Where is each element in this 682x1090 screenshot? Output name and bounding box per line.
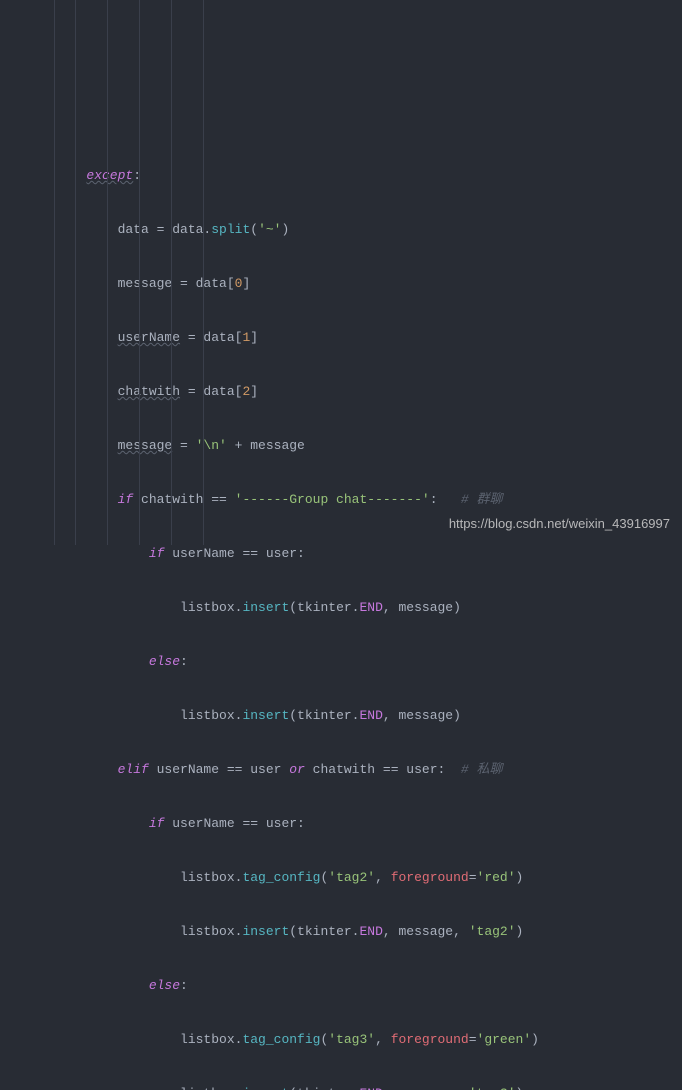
comment: # 私聊 (445, 762, 502, 777)
code-editor: except: data = data.split('~') message =… (0, 0, 682, 545)
editor-gutter (0, 0, 55, 545)
code-line: listbox.insert(tkinter.END, message) (63, 702, 682, 729)
code-line: listbox.insert(tkinter.END, message, 'ta… (63, 1080, 682, 1090)
code-line: listbox.tag_config('tag2', foreground='r… (63, 864, 682, 891)
code-line: elif userName == user or chatwith == use… (63, 756, 682, 783)
code-line: data = data.split('~') (63, 216, 682, 243)
comment: # 群聊 (438, 492, 503, 507)
keyword-if: if (118, 492, 134, 507)
keyword-elif: elif (118, 762, 149, 777)
keyword-if: if (149, 546, 165, 561)
keyword-except: except (86, 168, 133, 183)
code-line: chatwith = data[2] (63, 378, 682, 405)
keyword-or: or (289, 762, 305, 777)
code-line: if userName == user: (63, 540, 682, 567)
code-line: userName = data[1] (63, 324, 682, 351)
code-line: if userName == user: (63, 810, 682, 837)
code-line: else: (63, 648, 682, 675)
code-area[interactable]: except: data = data.split('~') message =… (55, 0, 682, 545)
watermark-text: https://blog.csdn.net/weixin_43916997 (449, 510, 670, 537)
code-line: message = '\n' + message (63, 432, 682, 459)
code-line: listbox.tag_config('tag3', foreground='g… (63, 1026, 682, 1053)
code-line: except: (63, 162, 682, 189)
keyword-else: else (149, 654, 180, 669)
code-line: message = data[0] (63, 270, 682, 297)
code-line: else: (63, 972, 682, 999)
keyword-if: if (149, 816, 165, 831)
code-line: if chatwith == '------Group chat-------'… (63, 486, 682, 513)
code-line: listbox.insert(tkinter.END, message, 'ta… (63, 918, 682, 945)
code-line: listbox.insert(tkinter.END, message) (63, 594, 682, 621)
keyword-else: else (149, 978, 180, 993)
